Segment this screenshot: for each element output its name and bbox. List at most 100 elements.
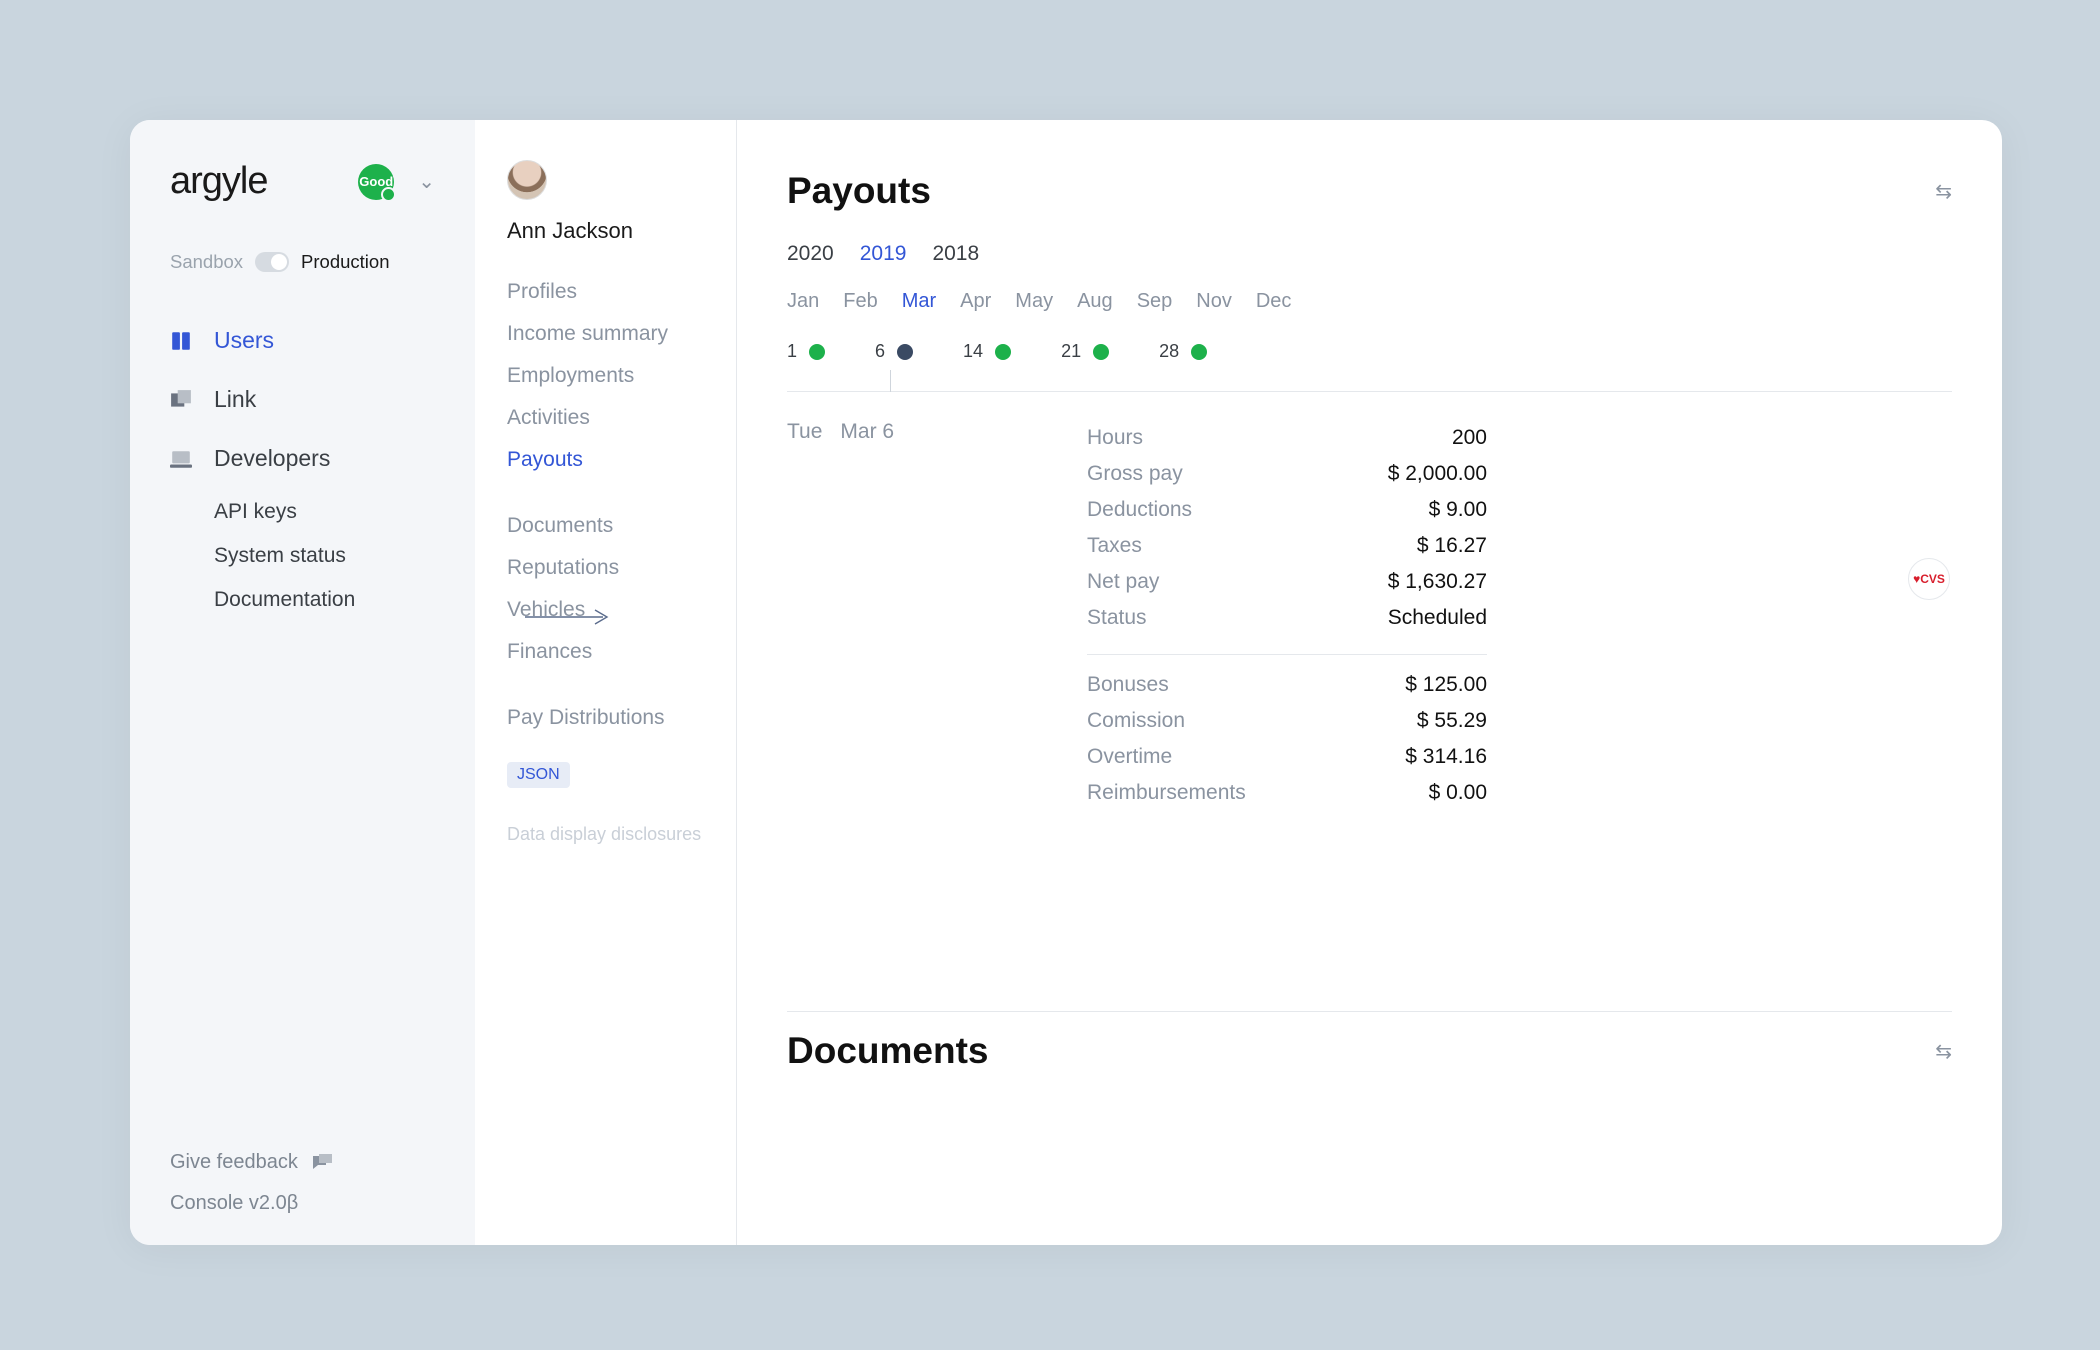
- kv-value: $ 9.00: [1429, 498, 1487, 522]
- kv-row: Reimbursements $ 0.00: [1087, 775, 1487, 811]
- kv-row: Overtime $ 314.16: [1087, 739, 1487, 775]
- midnav-payouts[interactable]: Payouts: [507, 448, 706, 472]
- day-number: 6: [875, 341, 885, 362]
- month-tab[interactable]: Dec: [1256, 290, 1292, 313]
- users-icon: [170, 330, 192, 352]
- swap-icon[interactable]: ⇆: [1935, 1039, 1952, 1064]
- kv-key: Overtime: [1087, 745, 1172, 769]
- day-marker[interactable]: 14: [963, 341, 1011, 362]
- payout-kv-column: Hours 200 Gross pay$ 2,000.00Deductions$ 9…: [1087, 420, 1487, 811]
- month-tab[interactable]: Jan: [787, 290, 819, 313]
- midnav-income-summary[interactable]: Income summary: [507, 322, 706, 346]
- chevron-down-icon[interactable]: ⌄: [418, 169, 435, 194]
- payout-date: Tue Mar 6: [787, 420, 1027, 811]
- payout-dow: Tue: [787, 420, 822, 811]
- month-tab[interactable]: Nov: [1196, 290, 1232, 313]
- midnav-employments[interactable]: Employments: [507, 364, 706, 388]
- month-tabs: Jan Feb Mar Apr May Aug Sep Nov Dec: [787, 290, 1952, 313]
- day-number: 21: [1061, 341, 1081, 362]
- midnav-pay-distributions[interactable]: Pay Distributions: [507, 706, 706, 730]
- month-tab[interactable]: Apr: [960, 290, 991, 313]
- day-status-dot-icon: [1191, 344, 1207, 360]
- kv-row: Hours 200: [1087, 420, 1487, 456]
- nav-label: Link: [214, 386, 256, 413]
- user-data-nav-primary: Profiles Income summary Employments Acti…: [507, 280, 706, 472]
- payouts-header: Payouts ⇆: [787, 170, 1952, 212]
- user-data-nav-secondary: Documents Reputations Vehicles Finances: [507, 514, 706, 664]
- kv-row: Comission $ 55.29: [1087, 703, 1487, 739]
- nav-developers-submenu: API keys System status Documentation: [130, 490, 475, 622]
- day-status-dot-icon: [1093, 344, 1109, 360]
- env-sandbox-label: Sandbox: [170, 251, 243, 273]
- laptop-icon: [170, 448, 192, 470]
- day-status-dot-icon: [809, 344, 825, 360]
- day-markers: 1 6 14 21 28: [787, 341, 1952, 362]
- nav-label: Developers: [214, 445, 330, 472]
- day-marker[interactable]: 1: [787, 341, 825, 362]
- kv-value: $ 55.29: [1417, 709, 1487, 733]
- user-name: Ann Jackson: [507, 218, 706, 244]
- status-badge[interactable]: Good: [358, 164, 394, 200]
- kv-value: Scheduled: [1388, 606, 1487, 630]
- swap-icon[interactable]: ⇆: [1935, 179, 1952, 204]
- midnav-finances[interactable]: Finances: [507, 640, 706, 664]
- month-tab[interactable]: Sep: [1137, 290, 1173, 313]
- day-marker[interactable]: 28: [1159, 341, 1207, 362]
- kv-row: Gross pay$ 2,000.00: [1087, 456, 1487, 492]
- nav-item-link[interactable]: Link: [130, 372, 475, 427]
- kv-row: Net pay$ 1,630.27: [1087, 564, 1487, 600]
- day-marker[interactable]: 21: [1061, 341, 1109, 362]
- midnav-reputations[interactable]: Reputations: [507, 556, 706, 580]
- month-tab[interactable]: Aug: [1077, 290, 1113, 313]
- data-display-disclosures-link[interactable]: Data display disclosures: [507, 824, 706, 845]
- main-content: Payouts ⇆ 2020 2019 2018 Jan Feb Mar Apr May Au…: [737, 120, 2002, 1245]
- kv-value: 200: [1452, 426, 1487, 450]
- kv-key: Reimbursements: [1087, 781, 1246, 805]
- source-logo-badge[interactable]: ♥CVS: [1908, 558, 1950, 600]
- month-tab[interactable]: Feb: [843, 290, 877, 313]
- kv-value: $ 0.00: [1429, 781, 1487, 805]
- day-number: 28: [1159, 341, 1179, 362]
- sidebar-footer: Give feedback Console v2.0β: [130, 1151, 475, 1215]
- env-toggle[interactable]: [255, 252, 289, 272]
- timeline-divider: [787, 370, 1952, 392]
- json-badge[interactable]: JSON: [507, 762, 570, 788]
- month-tab[interactable]: Mar: [902, 290, 936, 313]
- user-detail-sidebar: Ann Jackson Profiles Income summary Empl…: [475, 120, 737, 1245]
- day-marker[interactable]: 6: [875, 341, 913, 362]
- midnav-documents[interactable]: Documents: [507, 514, 706, 538]
- midnav-profiles[interactable]: Profiles: [507, 280, 706, 304]
- midnav-vehicles[interactable]: Vehicles: [507, 598, 706, 622]
- payout-date-text: Mar 6: [840, 420, 894, 811]
- avatar[interactable]: [507, 160, 547, 200]
- sidebar: argyle Good ⌄ Sandbox Production Users L…: [130, 120, 475, 1245]
- kv-key: Taxes: [1087, 534, 1142, 558]
- nav-sub-system-status[interactable]: System status: [130, 534, 475, 578]
- nav-item-users[interactable]: Users: [130, 313, 475, 368]
- documents-header: Documents ⇆: [787, 1011, 1952, 1072]
- day-status-dot-icon: [897, 344, 913, 360]
- kv-value: $ 1,630.27: [1388, 570, 1487, 594]
- environment-toggle-row: Sandbox Production: [130, 251, 475, 273]
- kv-row: Bonuses$ 125.00: [1087, 667, 1487, 703]
- year-tab[interactable]: 2018: [932, 242, 979, 266]
- day-number: 14: [963, 341, 983, 362]
- month-tab[interactable]: May: [1015, 290, 1053, 313]
- app-window: argyle Good ⌄ Sandbox Production Users L…: [130, 120, 2002, 1245]
- year-tabs: 2020 2019 2018: [787, 242, 1952, 266]
- documents-title: Documents: [787, 1030, 988, 1072]
- nav-sub-documentation[interactable]: Documentation: [130, 578, 475, 622]
- nav-sub-api-keys[interactable]: API keys: [130, 490, 475, 534]
- kv-key: Hours: [1087, 426, 1143, 450]
- midnav-activities[interactable]: Activities: [507, 406, 706, 430]
- user-data-nav-tertiary: Pay Distributions: [507, 706, 706, 730]
- year-tab[interactable]: 2019: [860, 242, 907, 266]
- nav-item-developers[interactable]: Developers: [130, 431, 475, 486]
- kv-value: $ 314.16: [1405, 745, 1487, 769]
- kv-divider: [1087, 654, 1487, 655]
- kv-row: Deductions$ 9.00: [1087, 492, 1487, 528]
- kv-key: Comission: [1087, 709, 1185, 733]
- feedback-label: Give feedback: [170, 1151, 298, 1174]
- give-feedback-link[interactable]: Give feedback: [170, 1151, 435, 1174]
- year-tab[interactable]: 2020: [787, 242, 834, 266]
